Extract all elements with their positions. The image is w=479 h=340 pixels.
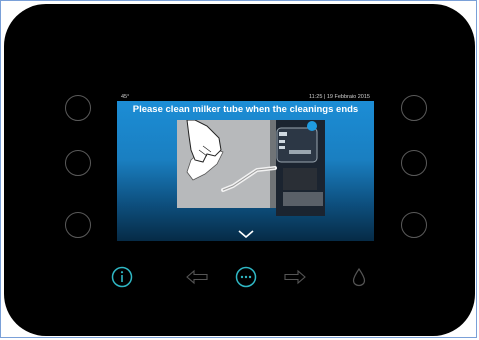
right-button-middle[interactable] xyxy=(401,150,427,176)
cleaning-illustration xyxy=(177,120,325,216)
page-frame: 45° 11:25 | 19 Febbraio 2015 Please clea… xyxy=(0,0,477,338)
arrow-right-icon[interactable] xyxy=(283,266,307,288)
left-button-top[interactable] xyxy=(65,95,91,121)
arrow-left-icon[interactable] xyxy=(185,266,209,288)
right-button-bottom[interactable] xyxy=(401,212,427,238)
display-screen: 45° 11:25 | 19 Febbraio 2015 Please clea… xyxy=(117,93,374,241)
instruction-message: Please clean milker tube when the cleani… xyxy=(132,104,359,115)
status-bar: 45° 11:25 | 19 Febbraio 2015 xyxy=(117,93,374,101)
info-icon[interactable] xyxy=(111,266,133,288)
drop-icon[interactable] xyxy=(348,266,370,288)
left-button-middle[interactable] xyxy=(65,150,91,176)
more-icon[interactable] xyxy=(235,266,257,288)
status-datetime: 11:25 | 19 Febbraio 2015 xyxy=(309,94,370,100)
chevron-down-icon[interactable] xyxy=(238,230,254,238)
device-bezel: 45° 11:25 | 19 Febbraio 2015 Please clea… xyxy=(4,4,475,336)
status-temperature: 45° xyxy=(121,94,130,100)
right-button-top[interactable] xyxy=(401,95,427,121)
left-button-bottom[interactable] xyxy=(65,212,91,238)
